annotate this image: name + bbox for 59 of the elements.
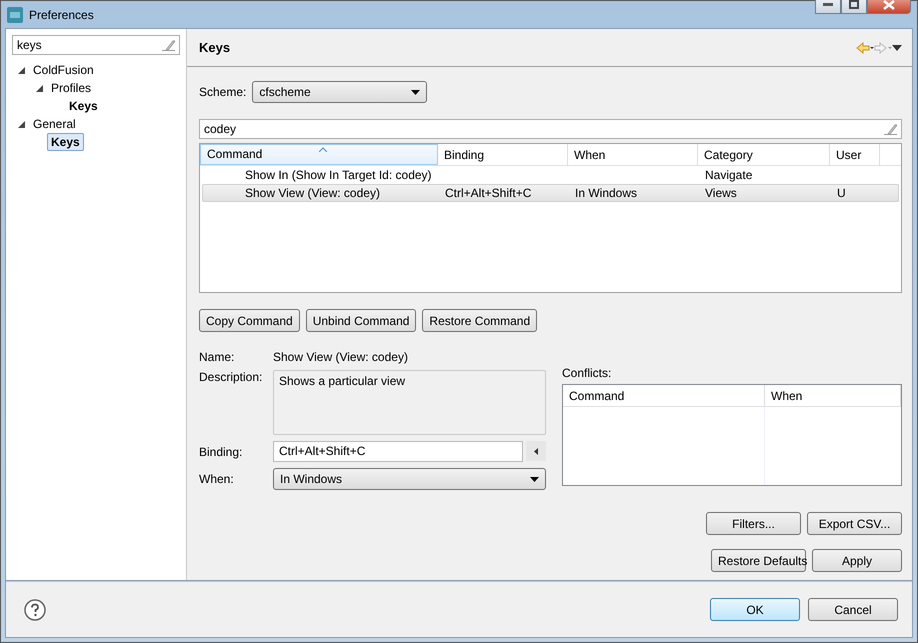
minimize-button[interactable] (815, 0, 841, 14)
help-icon[interactable] (24, 598, 46, 620)
caret-icon (530, 476, 539, 482)
menu-icon[interactable] (892, 44, 902, 50)
action-button[interactable]: Export CSV... (807, 512, 902, 535)
back-icon[interactable] (856, 42, 874, 54)
binding-menu-button[interactable] (526, 441, 546, 461)
close-icon (883, 0, 895, 10)
dialog-button[interactable]: Cancel (808, 598, 898, 621)
expand-icon[interactable] (18, 120, 25, 128)
table-row[interactable]: Show In (Show In Target Id: codey) Navigate (202, 166, 899, 184)
sort-icon (319, 147, 327, 152)
filter-field[interactable]: keys (12, 35, 180, 55)
column-header[interactable]: Command (200, 144, 438, 165)
clear-icon[interactable] (162, 40, 175, 50)
binding-field[interactable]: Ctrl+Alt+Shift+C (273, 441, 523, 462)
tree-item[interactable]: Keys (47, 133, 84, 151)
table-cell: Show View (View: codey) (245, 186, 380, 200)
page-title: Keys (199, 40, 232, 55)
page-button[interactable]: Restore Defaults (711, 549, 806, 572)
scheme-dropdown[interactable]: cfscheme (252, 81, 428, 103)
when-dropdown[interactable]: In Windows (273, 468, 546, 490)
table-cell: Show In (Show In Target Id: codey) (245, 168, 432, 182)
window-title: Preferences (29, 8, 95, 22)
maximize-icon (849, 0, 859, 9)
conflicts-label: Conflicts: (562, 366, 612, 380)
tree-item[interactable]: ColdFusion (29, 61, 98, 79)
minimize-icon (823, 2, 833, 6)
clear-icon[interactable] (884, 124, 897, 134)
name-label: Name: (199, 350, 236, 364)
dialog-button[interactable]: OK (710, 598, 800, 621)
description-field: Shows a particular view (273, 370, 546, 435)
expand-icon[interactable] (36, 84, 43, 92)
table-cell: Views (705, 186, 737, 200)
binding-label: Binding: (199, 444, 244, 458)
tree-item[interactable]: Profiles (47, 79, 96, 97)
caret-icon (411, 90, 420, 94)
search-field[interactable]: codey (199, 119, 902, 139)
close-button[interactable] (867, 0, 911, 14)
app-icon (7, 6, 23, 22)
command-button[interactable]: Restore Command (422, 309, 538, 332)
description-label: Description: (199, 370, 264, 384)
maximize-button[interactable] (841, 0, 867, 14)
action-button[interactable]: Filters... (706, 512, 801, 535)
command-button[interactable]: Unbind Command (306, 309, 416, 332)
command-button[interactable]: Copy Command (199, 309, 300, 332)
tree-item[interactable]: General (29, 115, 80, 133)
table-cell: Ctrl+Alt+Shift+C (445, 186, 532, 200)
command-name: Show View (View: codey) (273, 350, 409, 364)
tree-item[interactable]: Keys (65, 97, 102, 115)
when-label: When: (199, 472, 235, 486)
page-button[interactable]: Apply (812, 549, 902, 572)
table-cell: In Windows (575, 186, 638, 200)
table-cell: Navigate (705, 168, 752, 182)
scheme-label: Scheme: (199, 85, 246, 99)
caret-icon (534, 448, 538, 454)
expand-icon[interactable] (18, 66, 25, 74)
table-row[interactable]: Show View (View: codey) Ctrl+Alt+Shift+C In Windows Views U (202, 184, 899, 202)
table-cell: U (837, 186, 846, 200)
